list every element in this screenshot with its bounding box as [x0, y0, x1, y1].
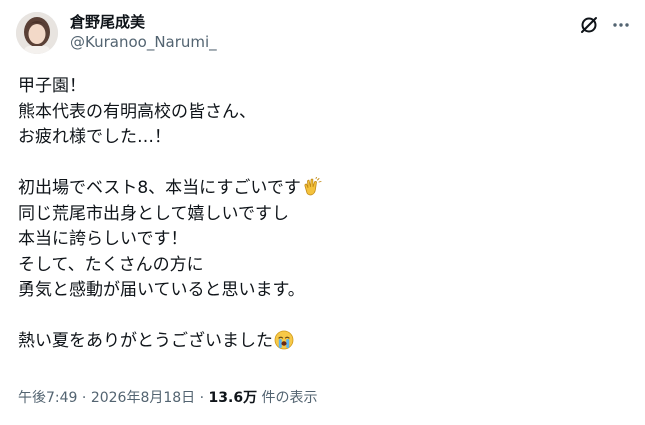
- tweet-metadata: 午後7:49 · 2026年8月18日 · 13.6万 件の表示: [18, 389, 318, 407]
- author-display-name[interactable]: 倉野尾成美: [70, 13, 145, 31]
- tweet-line-text: 熱い夏をありがとうございました: [18, 331, 273, 351]
- tweet-line: 勇気と感動が届いていると思います。: [18, 280, 305, 300]
- tweet-line: 本当に誇らしいです！: [18, 229, 188, 249]
- tweet-text: 甲子園！ 熊本代表の有明高校の皆さん、 お疲れ様でした…！ 初出場でベスト8、本…: [18, 74, 618, 355]
- post-time: 午後7:49: [18, 390, 78, 406]
- avatar[interactable]: [16, 12, 58, 54]
- tweet-card: 倉野尾成美 @Kuranoo_Narumi_ 甲子園！ 熊本代表の有明高校の皆さ…: [0, 0, 645, 425]
- more-icon[interactable]: [610, 14, 632, 36]
- tweet-line: 甲子園！: [18, 76, 86, 96]
- clapping-hands-emoji: [302, 176, 322, 206]
- tweet-line: そして、たくさんの方に: [18, 254, 204, 275]
- author-handle[interactable]: @Kuranoo_Narumi_: [70, 33, 217, 51]
- views-count: 13.6万: [208, 390, 258, 406]
- separator: ·: [199, 390, 205, 406]
- post-date: 2026年8月18日: [90, 390, 196, 406]
- tweet-line: 熊本代表の有明高校の皆さん、: [18, 101, 256, 122]
- timestamp-link[interactable]: 午後7:49 · 2026年8月18日: [18, 390, 195, 406]
- tweet-line-with-emoji: 熱い夏をありがとうございました: [18, 329, 618, 355]
- tweet-line-with-emoji: 初出場でベスト8、本当にすごいです: [18, 176, 618, 202]
- tweet-line: お疲れ様でした…！: [18, 127, 171, 147]
- grok-icon[interactable]: [578, 14, 600, 36]
- separator: ·: [81, 390, 87, 406]
- views-label: 件の表示: [261, 390, 318, 406]
- loudly-crying-face-emoji: [274, 330, 294, 359]
- tweet-line-text: 初出場でベスト8、本当にすごいです: [18, 178, 301, 198]
